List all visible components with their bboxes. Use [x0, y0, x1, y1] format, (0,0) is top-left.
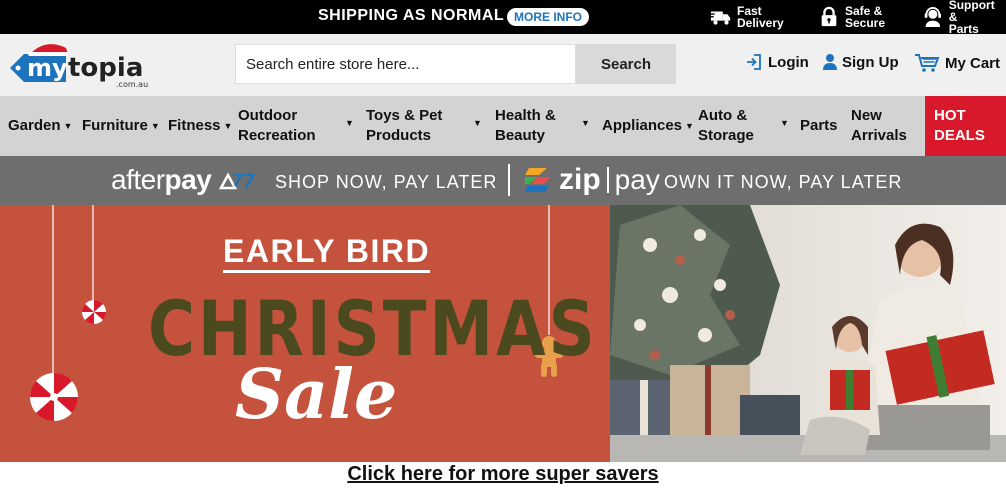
payment-divider [508, 164, 510, 196]
site-header: my topia .com.au Search Login Sign Up My… [0, 34, 1006, 96]
user-icon [823, 54, 837, 70]
nav-item-furniture[interactable]: Furniture ▼ [82, 96, 160, 156]
cart-link[interactable]: My Cart [914, 53, 1000, 73]
search-button[interactable]: Search [576, 44, 676, 84]
nav-item-outdoor-label: Outdoor Recreation [238, 107, 316, 144]
chevron-down-icon: ▼ [345, 118, 354, 128]
search-input[interactable] [235, 44, 576, 84]
safe-secure-label: Safe & Secure [845, 4, 886, 30]
afterpay-logo: afterpay [111, 165, 257, 195]
nav-item-parts[interactable]: Parts [800, 96, 838, 156]
zippay-tagline: OWN IT NOW, PAY LATER [664, 172, 903, 192]
logo-text-my: my [27, 54, 68, 82]
banner-text-panel: EARLY BIRD CHRISTMAS Sale [0, 205, 610, 462]
pay-word: pay [614, 164, 660, 195]
afterpay-tagline: SHOP NOW, PAY LATER [275, 172, 498, 192]
search-bar: Search [235, 44, 676, 84]
zip-divider [606, 167, 609, 193]
chevron-down-icon: ▼ [63, 121, 73, 131]
nav-item-appliances[interactable]: Appliances ▼ [602, 96, 694, 156]
fast-delivery-link[interactable]: Fast Delivery [710, 4, 784, 30]
christmas-family-photo [610, 205, 1006, 462]
cart-label: My Cart [945, 54, 1001, 72]
nav-item-health-beauty[interactable]: Health & Beauty ▼ [495, 96, 591, 156]
nav-item-furniture-label: Furniture [82, 117, 148, 134]
more-info-button[interactable]: MORE INFO [507, 8, 589, 26]
afterpay-arrows-icon [218, 172, 255, 190]
logo-text-topia: topia [68, 53, 143, 83]
nav-item-fitness[interactable]: Fitness ▼ [168, 96, 232, 156]
chevron-down-icon: ▼ [685, 121, 694, 131]
chevron-down-icon: ▼ [780, 118, 789, 128]
banner-sale: Sale [235, 355, 398, 435]
zippay-logo: zip pay [523, 165, 660, 195]
peppermint-candy-icon [29, 372, 79, 422]
support-parts-label: Support & Parts [948, 0, 995, 36]
login-icon [747, 54, 761, 70]
nav-item-fitness-label: Fitness [168, 117, 221, 134]
banner-photo [610, 205, 1006, 462]
afterpay-logo-after: after [111, 164, 165, 195]
christmas-sale-banner[interactable]: EARLY BIRD CHRISTMAS Sale [0, 205, 1006, 462]
cart-icon [915, 54, 940, 72]
login-link[interactable]: Login [745, 53, 809, 71]
lock-icon [821, 6, 837, 27]
nav-item-auto-label: Auto & Storage [698, 107, 754, 144]
more-super-savers-link[interactable]: Click here for more super savers [347, 463, 658, 485]
nav-item-parts-label: Parts [800, 117, 838, 134]
nav-item-toys-pet[interactable]: Toys & Pet Products ▼ [366, 96, 484, 156]
safe-secure-link[interactable]: Safe & Secure [818, 4, 885, 30]
nav-item-garden-label: Garden [8, 117, 61, 134]
nav-item-hot-deals[interactable]: HOT DEALS [925, 96, 1006, 156]
chevron-down-icon: ▼ [473, 118, 482, 128]
main-navigation: Garden ▼ Furniture ▼ Fitness ▼ Outdoor Recr… [0, 96, 1006, 156]
support-parts-link[interactable]: Support & Parts [922, 0, 1006, 35]
banner-early-bird: EARLY BIRD [223, 233, 431, 273]
nav-item-hot-deals-label: HOT DEALS [934, 107, 985, 144]
chevron-down-icon: ▼ [223, 121, 233, 131]
signup-link[interactable]: Sign Up [823, 53, 899, 71]
nav-item-toys-label: Toys & Pet Products [366, 107, 443, 144]
nav-item-health-label: Health & Beauty [495, 107, 556, 144]
payment-options-bar[interactable]: afterpay SHOP NOW, PAY LATER zip pay OWN… [0, 156, 1006, 205]
peppermint-candy-icon [81, 299, 107, 325]
zip-mark-icon [525, 168, 551, 192]
logo-text-domain: .com.au [116, 80, 148, 89]
truck-icon [710, 11, 731, 25]
nav-item-garden[interactable]: Garden ▼ [8, 96, 72, 156]
signup-label: Sign Up [842, 53, 899, 71]
nav-item-appliances-label: Appliances [602, 117, 683, 134]
nav-item-outdoor-recreation[interactable]: Outdoor Recreation ▼ [238, 96, 356, 156]
chevron-down-icon: ▼ [150, 121, 160, 131]
chevron-down-icon: ▼ [581, 118, 590, 128]
headset-icon [924, 7, 942, 27]
shipping-notice: SHIPPING AS NORMAL [318, 7, 505, 24]
cta-row: Click here for more super savers [0, 462, 1006, 494]
nav-item-auto-storage[interactable]: Auto & Storage ▼ [698, 96, 790, 156]
afterpay-logo-pay: pay [164, 164, 212, 195]
top-announcement-bar: SHIPPING AS NORMAL MORE INFO Fast Delive… [0, 0, 1006, 35]
zip-word: zip [559, 163, 601, 196]
nav-item-new-arrivals[interactable]: New Arrivals [851, 96, 913, 156]
nav-item-new-arrivals-label: New Arrivals [851, 107, 907, 144]
mytopia-logo[interactable]: my topia .com.au [8, 38, 156, 94]
fast-delivery-label: Fast Delivery [737, 4, 784, 30]
login-label: Login [768, 53, 809, 71]
